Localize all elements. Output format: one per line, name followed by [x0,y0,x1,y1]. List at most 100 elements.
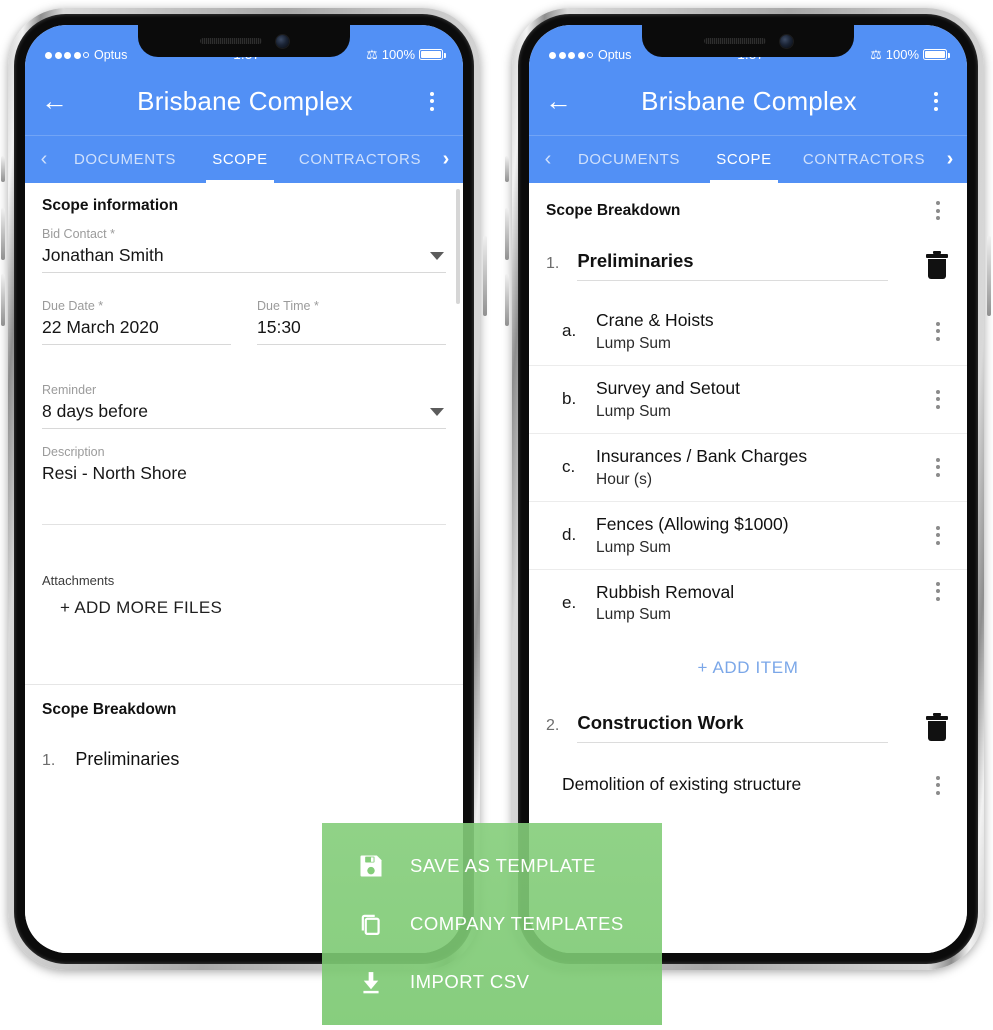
volume-down-button[interactable] [1,274,5,326]
tab-documents[interactable]: DOCUMENTS [559,136,699,183]
left-phone-bezel: Optus 1:57 ⚖ 100% ← Brisbane Complex [14,14,474,964]
tab-contractors-label: CONTRACTORS [802,151,926,168]
tab-documents-label: DOCUMENTS [73,151,177,168]
add-more-files-button[interactable]: + ADD MORE FILES [42,598,446,618]
page-title: Brisbane Complex [641,85,857,116]
breakdown-group-number: 1. [42,752,56,769]
list-item[interactable]: e. Rubbish Removal Lump Sum [529,570,967,637]
battery-percent-label: 100% [381,47,415,62]
scope-breakdown-heading: Scope Breakdown [42,701,177,718]
company-templates-label: COMPANY TEMPLATES [410,913,624,934]
back-arrow-icon[interactable]: ← [545,87,581,115]
volume-down-button[interactable] [505,274,509,326]
battery-percent-label: 100% [885,47,919,62]
list-item[interactable]: a. Crane & Hoists Lump Sum [529,298,967,366]
template-actions-menu: SAVE AS TEMPLATE COMPANY TEMPLATES IMPOR… [322,823,662,1025]
list-item[interactable]: Demolition of existing structure [529,744,967,808]
tab-contractors[interactable]: CONTRACTORS [789,136,939,183]
tab-scope-label: SCOPE [716,151,772,168]
due-date-value: 22 March 2020 [42,317,159,337]
item-name: Crane & Hoists [596,310,714,330]
item-letter: b. [562,389,577,409]
item-overflow-menu-icon[interactable] [926,581,950,601]
breakdown-overflow-menu-icon[interactable] [926,201,950,220]
item-unit: Lump Sum [596,402,671,420]
silent-switch[interactable] [1,156,5,182]
list-item[interactable]: b. Survey and Setout Lump Sum [529,366,967,434]
trash-icon[interactable] [924,713,950,744]
scope-breakdown-section: Scope Breakdown 1. Preliminaries [25,685,463,770]
group-number: 2. [546,717,560,735]
tabs-prev-chevron-icon[interactable]: ‹ [537,136,559,183]
import-csv-label: IMPORT CSV [410,971,530,992]
chevron-down-icon[interactable] [430,251,444,260]
tab-contractors[interactable]: CONTRACTORS [285,136,435,183]
item-overflow-menu-icon[interactable] [926,321,950,341]
tab-scope[interactable]: SCOPE [699,136,789,183]
item-name: Survey and Setout [596,377,740,398]
item-overflow-menu-icon[interactable] [926,775,950,795]
overflow-menu-icon[interactable] [921,91,951,111]
due-time-field[interactable]: Due Time * 15:30 [257,299,446,345]
power-button[interactable] [987,236,991,316]
overflow-menu-icon[interactable] [417,91,447,111]
save-as-template-menu-item[interactable]: SAVE AS TEMPLATE [322,837,662,895]
item-overflow-menu-icon[interactable] [926,457,950,477]
due-time-label: Due Time * [257,299,319,313]
bid-contact-field[interactable]: Bid Contact * Jonathan Smith [42,227,446,273]
group-number: 1. [546,255,560,272]
bid-contact-label: Bid Contact * [42,227,115,241]
status-bar-left: Optus [45,48,127,62]
tab-bar: ‹ DOCUMENTS SCOPE CONTRACTORS › [529,135,967,183]
attachments-label: Attachments [42,573,115,588]
download-icon [354,965,388,999]
tabs-next-chevron-icon[interactable]: › [939,136,961,183]
tab-scope[interactable]: SCOPE [195,136,285,183]
notch [138,25,350,57]
right-phone-screen: Optus 1:57 ⚖ 100% ← Brisbane Complex ‹ [529,25,967,953]
description-field[interactable]: Description Resi - North Shore [42,445,446,525]
item-letter: c. [562,457,576,477]
list-item[interactable]: d. Fences (Allowing $1000) Lump Sum [529,502,967,570]
back-arrow-icon[interactable]: ← [41,87,77,115]
tab-bar: ‹ DOCUMENTS SCOPE CONTRACTORS › [25,135,463,183]
tab-documents[interactable]: DOCUMENTS [55,136,195,183]
battery-icon [419,49,446,60]
app-bar: ← Brisbane Complex [529,67,967,135]
volume-up-button[interactable] [505,208,509,260]
group-row-2[interactable]: 2. Construction Work [529,688,967,744]
attachments-section: Attachments + ADD MORE FILES [42,573,446,618]
list-item[interactable]: c. Insurances / Bank Charges Hour (s) [529,434,967,502]
company-templates-menu-item[interactable]: COMPANY TEMPLATES [322,895,662,953]
item-overflow-menu-icon[interactable] [926,525,950,545]
tabs-prev-chevron-icon[interactable]: ‹ [33,136,55,183]
reminder-value: 8 days before [42,401,149,421]
scope-information-form: Scope information Bid Contact * Jonathan… [25,183,463,618]
silent-switch[interactable] [505,156,509,182]
item-letter: d. [562,525,577,545]
group-row-1[interactable]: 1. Preliminaries [529,220,967,282]
trash-icon[interactable] [924,251,950,282]
battery-icon [923,49,950,60]
due-datetime-row: Due Date * 22 March 2020 Due Time * 15:3… [42,299,446,345]
chevron-down-icon[interactable] [430,407,444,416]
signal-strength-icon [45,51,89,59]
earpiece-speaker-icon [703,38,766,44]
power-button[interactable] [483,236,487,316]
breakdown-group-row[interactable]: 1. Preliminaries [42,749,446,770]
volume-up-button[interactable] [1,208,5,260]
import-csv-menu-item[interactable]: IMPORT CSV [322,953,662,1011]
reminder-field[interactable]: Reminder 8 days before [42,383,446,429]
due-date-field[interactable]: Due Date * 22 March 2020 [42,299,231,345]
reminder-label: Reminder [42,383,97,397]
front-camera-icon [779,34,793,48]
status-bar-right: ⚖ 100% [870,47,950,62]
bluetooth-icon: ⚖ [870,47,882,62]
add-item-button[interactable]: + ADD ITEM [529,636,967,688]
tabs-next-chevron-icon[interactable]: › [435,136,457,183]
item-overflow-menu-icon[interactable] [926,389,950,409]
left-phone-screen: Optus 1:57 ⚖ 100% ← Brisbane Complex [25,25,463,953]
vertical-scrollbar[interactable] [456,189,460,304]
